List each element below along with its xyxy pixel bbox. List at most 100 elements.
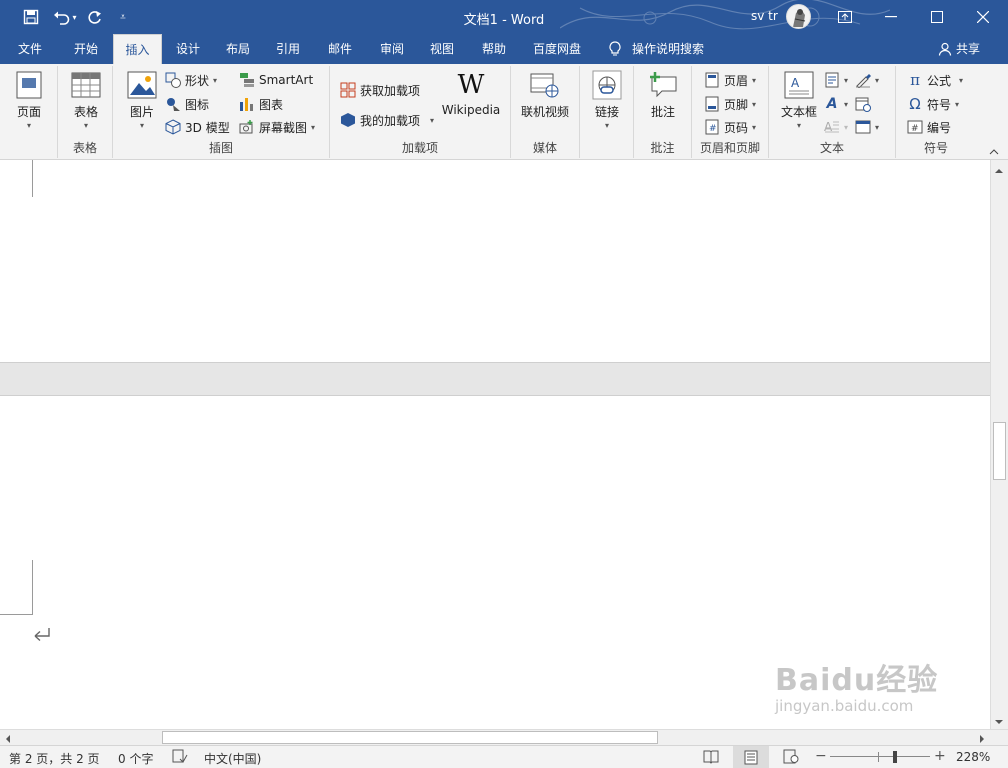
chart-label: 图表 — [259, 97, 284, 112]
number-button[interactable]: # 编号 — [907, 117, 951, 137]
get-addins-button[interactable]: 获取加载项 — [340, 80, 420, 100]
omega-icon: Ω — [909, 95, 921, 113]
footer-button[interactable]: 页脚 ▾ — [704, 94, 756, 114]
wikipedia-icon: W — [457, 70, 485, 100]
online-video-button[interactable]: 联机视频 — [517, 70, 573, 120]
tab-review[interactable]: 审阅 — [370, 34, 414, 64]
pages-dropdown-icon: ▾ — [26, 121, 31, 130]
picture-button[interactable]: 图片 ▾ — [125, 70, 159, 130]
chart-button[interactable]: 图表 — [239, 94, 283, 114]
avatar[interactable] — [786, 4, 811, 29]
screenshot-button[interactable]: 屏幕截图 ▾ — [239, 117, 315, 137]
number-label: 编号 — [927, 120, 952, 135]
quick-parts-button[interactable]: ▾ — [824, 70, 848, 90]
customize-quick-access-icon[interactable]: ⩡ — [113, 0, 133, 34]
share-label: 共享 — [956, 42, 981, 56]
vertical-scrollbar[interactable] — [990, 160, 1008, 729]
document-area[interactable] — [0, 160, 990, 729]
pages-button[interactable]: 页面 ▾ — [10, 70, 48, 130]
page-number-button[interactable]: # 页码 ▾ — [704, 117, 756, 137]
tab-home[interactable]: 开始 — [62, 34, 110, 64]
object-button[interactable]: ▾ — [855, 117, 879, 137]
symbol-button[interactable]: Ω 符号 ▾ — [907, 94, 959, 114]
tab-view[interactable]: 视图 — [420, 34, 464, 64]
tab-layout[interactable]: 布局 — [216, 34, 260, 64]
ribbon-display-options-icon[interactable] — [822, 0, 868, 34]
links-button[interactable]: 链接 ▾ — [588, 70, 626, 130]
undo-icon[interactable]: ▾ — [50, 0, 80, 34]
horizontal-scroll-thumb[interactable] — [162, 731, 658, 744]
textbox-button[interactable]: A 文本框 ▾ — [779, 70, 819, 130]
3d-models-label: 3D 模型 — [185, 120, 230, 135]
screenshot-label: 屏幕截图 — [259, 120, 308, 135]
tab-baidu-netdisk[interactable]: 百度网盘 — [526, 34, 588, 64]
zoom-in-icon[interactable]: + — [934, 748, 946, 764]
wikipedia-button[interactable]: W Wikipedia — [438, 70, 504, 117]
word-count[interactable]: 0 个字 — [118, 750, 153, 767]
header-button[interactable]: 页眉 ▾ — [704, 70, 756, 90]
save-icon[interactable] — [18, 0, 44, 34]
number-icon: # — [907, 119, 923, 135]
undo-dropdown-icon[interactable]: ▾ — [72, 13, 76, 22]
zoom-slider-track[interactable] — [830, 756, 930, 757]
zoom-level[interactable]: 228% — [956, 750, 990, 764]
tab-references[interactable]: 引用 — [266, 34, 310, 64]
date-time-button[interactable] — [855, 94, 871, 114]
tell-me-search[interactable]: 操作说明搜索 — [608, 34, 704, 64]
online-video-icon — [530, 70, 560, 100]
comment-label: 批注 — [650, 105, 675, 119]
minimize-icon[interactable] — [868, 0, 914, 34]
signature-line-button[interactable]: ▾ — [855, 70, 879, 90]
shapes-dropdown-icon: ▾ — [213, 75, 218, 85]
group-comments: 批注 批注 — [634, 66, 692, 158]
zoom-slider-center-mark — [878, 752, 879, 762]
close-icon[interactable] — [960, 0, 1006, 34]
wordart-dropdown-icon: ▾ — [844, 99, 849, 109]
bar-chart-icon — [239, 96, 255, 112]
my-addins-label: 我的加载项 — [360, 113, 421, 128]
shapes-button[interactable]: 形状 ▾ — [165, 70, 217, 90]
icons-button[interactable]: 图标 — [165, 94, 209, 114]
pi-icon: π — [910, 71, 920, 89]
print-layout-icon[interactable] — [733, 746, 769, 768]
wordart-button[interactable]: A ▾ — [824, 94, 848, 114]
smartart-button[interactable]: SmartArt — [239, 70, 313, 90]
tab-design[interactable]: 设计 — [166, 34, 210, 64]
svg-text:#: # — [911, 124, 919, 134]
symbol-dropdown-icon: ▾ — [955, 99, 960, 109]
scroll-up-icon[interactable] — [994, 164, 1004, 178]
tab-file[interactable]: 文件 — [6, 34, 54, 64]
pages-label: 页面 — [16, 105, 41, 119]
user-name[interactable]: sv tr — [751, 9, 778, 23]
scroll-down-icon[interactable] — [994, 715, 1004, 729]
calendar-icon — [855, 96, 871, 112]
collapse-ribbon-icon[interactable] — [986, 146, 1002, 158]
my-addins-button[interactable]: 我的加载项 ▾ — [340, 110, 434, 130]
page-count[interactable]: 第 2 页，共 2 页 — [9, 750, 100, 767]
zoom-out-icon[interactable]: − — [815, 748, 827, 764]
table-button[interactable]: 表格 ▾ — [66, 70, 106, 130]
comment-icon — [648, 70, 678, 100]
header-label: 页眉 — [724, 73, 749, 88]
comment-button[interactable]: 批注 — [646, 70, 680, 120]
3d-models-button[interactable]: 3D 模型 — [165, 117, 230, 137]
drop-cap-button[interactable]: A ▾ — [824, 117, 848, 137]
web-layout-icon[interactable] — [783, 749, 799, 767]
equation-button[interactable]: π 公式 ▾ — [907, 70, 963, 90]
horizontal-scrollbar[interactable] — [0, 729, 1008, 745]
vertical-scroll-thumb[interactable] — [993, 422, 1006, 480]
header-icon — [704, 72, 720, 88]
tab-help[interactable]: 帮助 — [472, 34, 516, 64]
language-indicator[interactable]: 中文(中国) — [204, 750, 261, 767]
page-number-dropdown-icon: ▾ — [752, 122, 757, 132]
maximize-icon[interactable] — [914, 0, 960, 34]
zoom-slider-thumb[interactable] — [893, 751, 897, 763]
redo-icon[interactable] — [85, 0, 105, 34]
tab-insert[interactable]: 插入 — [113, 34, 162, 64]
share-button[interactable]: 共享 — [938, 34, 980, 64]
tab-mailings[interactable]: 邮件 — [318, 34, 362, 64]
smartart-icon — [239, 72, 255, 88]
equation-dropdown-icon: ▾ — [959, 75, 964, 85]
read-mode-icon[interactable] — [703, 749, 719, 767]
proofing-icon[interactable] — [172, 749, 188, 767]
